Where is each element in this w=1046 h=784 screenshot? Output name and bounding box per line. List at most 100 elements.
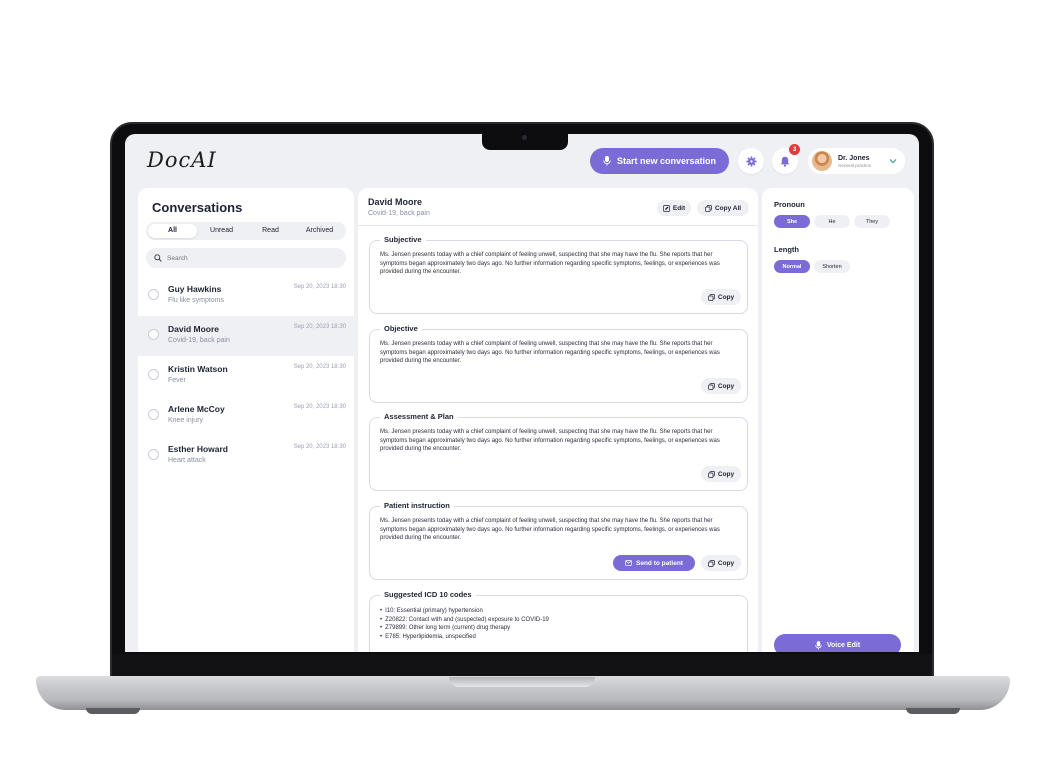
section-body: Ms. Jensen presents today with a chief c… — [380, 341, 720, 364]
pronoun-label: Pronoun — [774, 200, 805, 209]
length-label: Length — [774, 245, 799, 254]
length-options: Normal Shorten — [774, 260, 850, 273]
avatar — [812, 151, 832, 171]
send-to-patient-button[interactable]: Send to patient — [613, 555, 695, 571]
send-to-patient-label: Send to patient — [636, 559, 683, 567]
edit-icon — [663, 204, 670, 212]
copy-label: Copy — [717, 382, 735, 390]
bell-icon — [780, 156, 790, 167]
laptop-opening-notch — [449, 677, 595, 687]
copy-label: Copy — [717, 470, 735, 478]
camera-dot — [522, 135, 527, 140]
copy-icon — [708, 293, 715, 301]
notifications-button[interactable]: 3 — [772, 144, 800, 174]
options-panel: Pronoun She He They Length Normal Shorte… — [762, 188, 914, 652]
copy-button[interactable]: Copy — [701, 289, 741, 305]
conversation-name: David Moore — [168, 324, 220, 334]
section-title: Patient instruction — [380, 501, 454, 510]
search-box — [146, 248, 346, 268]
settings-button[interactable] — [738, 148, 764, 174]
section-subjective: Subjective Ms. Jensen presents today wit… — [369, 235, 748, 314]
filter-tab-all[interactable]: All — [148, 224, 197, 238]
conversation-radio[interactable] — [148, 449, 159, 460]
conversation-name: Arlene McCoy — [168, 404, 225, 414]
conversation-name: Guy Hawkins — [168, 284, 222, 294]
app-screen: DocAI Start new conversation 3 Dr. Jones… — [125, 134, 919, 652]
pronoun-option-she[interactable]: She — [774, 215, 810, 228]
conversations-panel: Conversations All Unread Read Archived G… — [138, 188, 354, 652]
app-logo: DocAI — [147, 148, 217, 172]
chevron-down-icon — [889, 159, 897, 164]
copy-icon — [708, 559, 715, 567]
conversation-subtitle: Covid-19, back pain — [168, 337, 230, 344]
filter-tab-unread[interactable]: Unread — [197, 224, 246, 238]
conversation-radio[interactable] — [148, 369, 159, 380]
section-title: Assessment & Plan — [380, 412, 458, 421]
length-option-normal[interactable]: Normal — [774, 260, 810, 273]
conversation-subtitle: Fever — [168, 377, 186, 384]
length-option-shorten[interactable]: Shorten — [814, 260, 850, 273]
copy-icon — [708, 470, 715, 478]
conversation-item[interactable]: Arlene McCoy Knee injury Sep 20, 2023 18… — [138, 396, 354, 436]
icd-code-item: E785: Hyperlipidemia, unspecified — [380, 633, 549, 642]
conversation-item[interactable]: Esther Howard Heart attack Sep 20, 2023 … — [138, 436, 354, 476]
section-title: Subjective — [380, 235, 426, 244]
section-body: Ms. Jensen presents today with a chief c… — [380, 429, 720, 452]
user-name: Dr. Jones — [838, 154, 870, 162]
patient-name: David Moore — [368, 197, 423, 207]
conversation-date: Sep 20, 2023 18:30 — [293, 284, 346, 290]
conversation-radio[interactable] — [148, 289, 159, 300]
filter-tab-archived[interactable]: Archived — [295, 224, 344, 238]
copy-icon — [708, 382, 715, 390]
notification-badge: 3 — [789, 144, 800, 155]
pronoun-option-they[interactable]: They — [854, 215, 890, 228]
laptop-foot-right — [906, 708, 960, 714]
conversation-name: Esther Howard — [168, 444, 228, 454]
pronoun-option-he[interactable]: He — [814, 215, 850, 228]
voice-edit-button[interactable]: Voice Edit — [774, 634, 901, 652]
conversation-date: Sep 20, 2023 18:30 — [293, 364, 346, 370]
user-role: General practice — [838, 162, 872, 168]
send-icon — [625, 560, 632, 566]
copy-all-button[interactable]: Copy All — [697, 200, 749, 216]
conversation-radio[interactable] — [148, 409, 159, 420]
pronoun-options: She He They — [774, 215, 890, 228]
camera-notch — [482, 132, 568, 150]
conversation-filter-tabs: All Unread Read Archived — [146, 222, 346, 240]
conversation-subtitle: Flu like symptoms — [168, 297, 225, 304]
search-icon — [154, 254, 162, 262]
laptop-bezel-bottom — [112, 654, 932, 678]
laptop-foot-left — [86, 708, 140, 714]
copy-button[interactable]: Copy — [701, 555, 741, 571]
conversation-item[interactable]: David Moore Covid-19, back pain Sep 20, … — [138, 316, 354, 356]
note-header: David Moore Covid-19, back pain Edit Cop… — [358, 188, 758, 226]
section-assessment-plan: Assessment & Plan Ms. Jensen presents to… — [369, 412, 748, 491]
filter-tab-read[interactable]: Read — [246, 224, 295, 238]
section-body: Ms. Jensen presents today with a chief c… — [380, 518, 720, 541]
conversation-item[interactable]: Guy Hawkins Flu like symptoms Sep 20, 20… — [138, 276, 354, 316]
user-menu[interactable]: Dr. Jones General practice — [808, 148, 905, 174]
conversation-radio[interactable] — [148, 329, 159, 340]
icd-code-item: I10: Essential (primary) hypertension — [380, 607, 549, 616]
section-body: Ms. Jensen presents today with a chief c… — [380, 252, 720, 275]
section-icd-codes: Suggested ICD 10 codes I10: Essential (p… — [369, 590, 748, 652]
copy-button[interactable]: Copy — [701, 378, 741, 394]
edit-button[interactable]: Edit — [657, 200, 691, 216]
copy-icon — [705, 204, 712, 212]
edit-label: Edit — [672, 204, 686, 212]
search-input[interactable] — [167, 254, 337, 262]
conversation-item[interactable]: Kristin Watson Fever Sep 20, 2023 18:30 — [138, 356, 354, 396]
start-new-conversation-label: Start new conversation — [616, 156, 717, 166]
conversation-date: Sep 20, 2023 18:30 — [293, 444, 346, 450]
start-new-conversation-button[interactable]: Start new conversation — [590, 148, 729, 174]
copy-button[interactable]: Copy — [701, 466, 741, 482]
conversation-list: Guy Hawkins Flu like symptoms Sep 20, 20… — [138, 276, 354, 476]
copy-label: Copy — [717, 293, 735, 301]
mic-icon — [603, 156, 611, 166]
section-objective: Objective Ms. Jensen presents today with… — [369, 324, 748, 403]
conversation-subtitle: Knee injury — [168, 417, 204, 424]
gear-icon — [745, 155, 757, 167]
copy-all-label: Copy All — [714, 204, 742, 212]
copy-label: Copy — [717, 559, 735, 567]
icd-code-item: Z20822: Contact with and (suspected) exp… — [380, 616, 549, 625]
